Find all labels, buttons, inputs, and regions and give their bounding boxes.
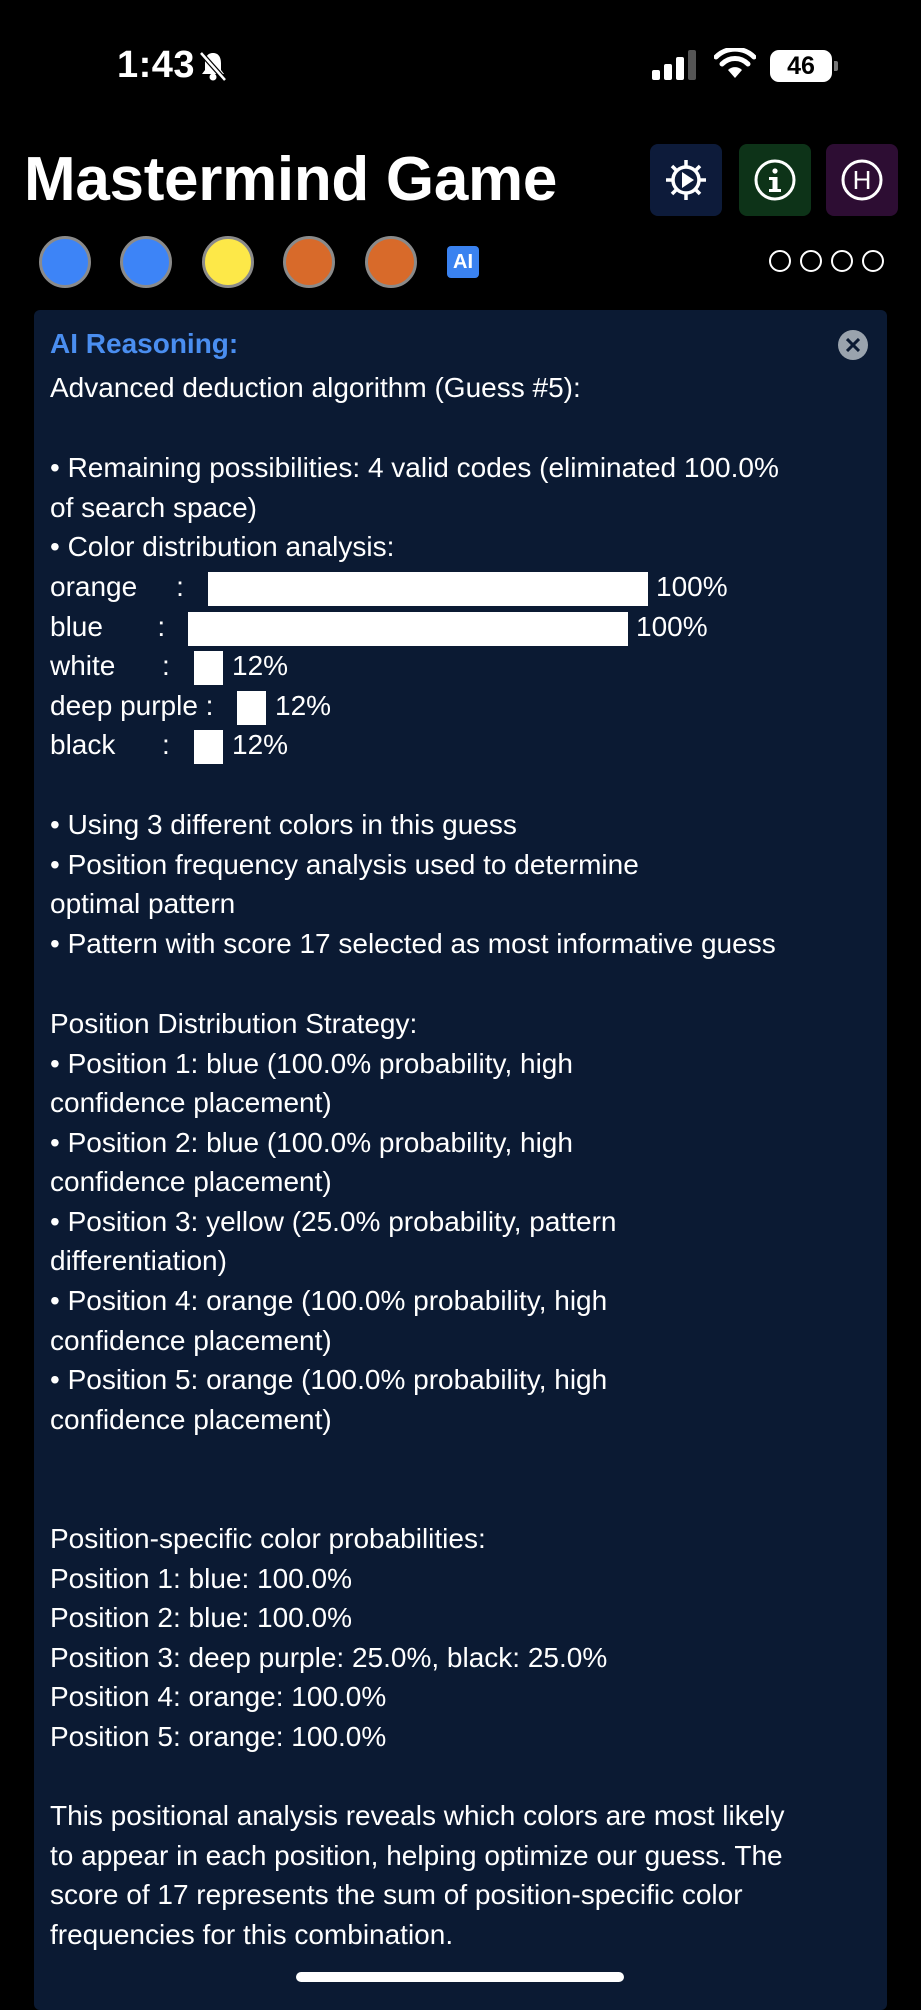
guess-peg-2 [120, 236, 172, 288]
distribution-bar-orange [208, 572, 648, 606]
reasoning-line: • Remaining possibilities: 4 valid codes… [50, 452, 779, 483]
probability-line: Position 3: deep purple: 25.0%, black: 2… [50, 1642, 608, 1673]
feedback-pin [800, 250, 822, 272]
close-button[interactable] [838, 330, 868, 360]
reasoning-line: of search space) [50, 492, 257, 523]
page-title: Mastermind Game [24, 145, 558, 214]
guess-peg-4 [283, 236, 335, 288]
distribution-label: white : [50, 650, 170, 681]
panel-title: AI Reasoning: [50, 328, 239, 359]
distribution-label: blue : [50, 611, 166, 642]
strategy-line: confidence placement) [50, 1087, 332, 1118]
strategy-heading: Position Distribution Strategy: [50, 1008, 418, 1039]
strategy-line: • Position 5: orange (100.0% probability… [50, 1364, 608, 1395]
strategy-line: • Position 3: yellow (25.0% probability,… [50, 1206, 617, 1237]
wifi-icon [713, 46, 757, 85]
distribution-bar-black [194, 730, 223, 764]
distribution-bar-white [194, 651, 223, 685]
ai-badge[interactable]: AI [447, 246, 479, 278]
distribution-percent: 12% [232, 650, 289, 681]
feedback-pin [862, 250, 884, 272]
info-button[interactable] [739, 144, 811, 216]
home-indicator[interactable] [296, 1972, 624, 1982]
probability-line: Position 1: blue: 100.0% [50, 1563, 352, 1594]
feedback-pin [831, 250, 853, 272]
distribution-percent: 100% [656, 571, 728, 602]
distribution-bar-blue [188, 612, 628, 646]
distribution-label: orange : [50, 571, 184, 602]
guess-peg-1 [39, 236, 91, 288]
distribution-percent: 100% [636, 611, 708, 642]
reasoning-line: • Color distribution analysis: [50, 531, 395, 562]
reasoning-bullet: • Position frequency analysis used to de… [50, 849, 639, 880]
strategy-line: confidence placement) [50, 1166, 332, 1197]
distribution-percent: 12% [275, 690, 332, 721]
conclusion-line: to appear in each position, helping opti… [50, 1840, 783, 1871]
probability-line: Position 2: blue: 100.0% [50, 1602, 352, 1633]
probabilities-heading: Position-specific color probabilities: [50, 1523, 486, 1554]
bell-muted-icon [198, 50, 228, 87]
probability-line: Position 4: orange: 100.0% [50, 1681, 387, 1712]
strategy-line: • Position 4: orange (100.0% probability… [50, 1285, 608, 1316]
distribution-percent: 12% [232, 729, 289, 760]
status-time: 1:43 [117, 44, 196, 86]
probability-line: Position 5: orange: 100.0% [50, 1721, 387, 1752]
strategy-line: differentiation) [50, 1245, 227, 1276]
feedback-pin [769, 250, 791, 272]
strategy-line: • Position 2: blue (100.0% probability, … [50, 1127, 573, 1158]
battery-indicator: 46 [770, 50, 838, 82]
guess-peg-3 [202, 236, 254, 288]
strategy-line: confidence placement) [50, 1404, 332, 1435]
close-icon [846, 338, 860, 352]
settings-button[interactable] [650, 144, 722, 216]
guess-peg-5 [365, 236, 417, 288]
conclusion-line: frequencies for this combination. [50, 1919, 454, 1950]
reasoning-bullet: optimal pattern [50, 888, 236, 919]
reasoning-bullet: • Using 3 different colors in this guess [50, 809, 517, 840]
strategy-line: confidence placement) [50, 1325, 332, 1356]
info-icon [754, 159, 796, 201]
cellular-signal-icon [652, 50, 696, 85]
gear-icon [666, 160, 706, 200]
status-bar: 1:43 46 [0, 0, 921, 120]
distribution-label: deep purple : [50, 690, 214, 721]
distribution-bar-deep-purple [237, 691, 266, 725]
battery-level: 46 [770, 50, 832, 82]
reasoning-intro: Advanced deduction algorithm (Guess #5): [50, 372, 581, 403]
strategy-line: • Position 1: blue (100.0% probability, … [50, 1048, 573, 1079]
svg-text:H: H [853, 165, 872, 195]
hint-button[interactable]: H [826, 144, 898, 216]
hint-icon: H [841, 159, 883, 201]
distribution-label: black : [50, 729, 170, 760]
conclusion-line: This positional analysis reveals which c… [50, 1800, 785, 1831]
conclusion-line: score of 17 represents the sum of positi… [50, 1879, 743, 1910]
reasoning-bullet: • Pattern with score 17 selected as most… [50, 928, 776, 959]
